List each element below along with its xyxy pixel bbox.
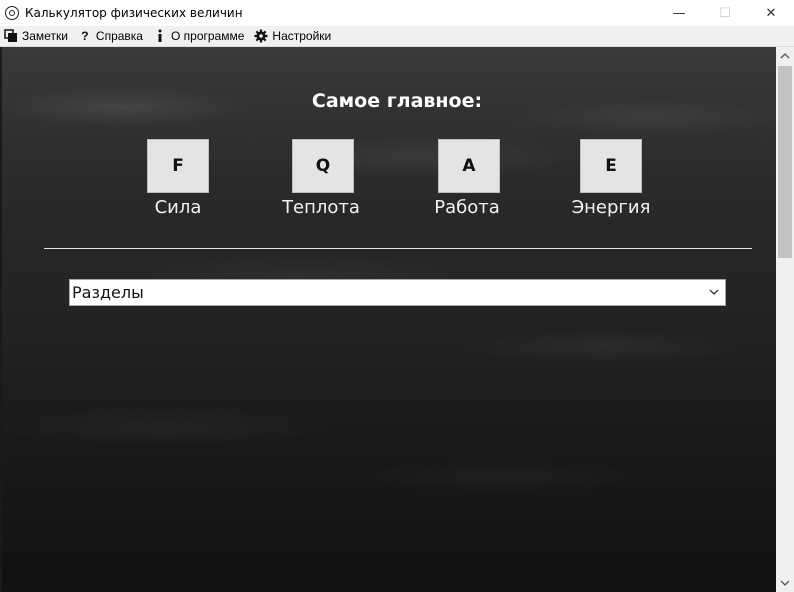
force-button[interactable]: F xyxy=(147,139,209,193)
main-panel: Самое главное: F Сила Q Теплота A Работа… xyxy=(2,47,776,592)
heat-label: Теплота xyxy=(282,197,360,218)
app-icon xyxy=(5,6,19,20)
notes-icon xyxy=(4,29,18,43)
window-title: Калькулятор физических величин xyxy=(25,6,243,20)
force-label: Сила xyxy=(154,197,202,218)
menu-item-notes[interactable]: Заметки xyxy=(0,26,74,46)
vertical-scrollbar[interactable] xyxy=(776,47,794,592)
gear-icon xyxy=(254,29,268,43)
window-controls: — ☐ ✕ xyxy=(656,0,794,26)
question-icon: ? xyxy=(81,29,89,43)
menu-item-label: О программе xyxy=(170,29,245,43)
sections-dropdown-value: Разделы xyxy=(72,283,144,302)
energy-label: Энергия xyxy=(571,197,651,218)
menu-item-label: Справка xyxy=(95,29,143,43)
sections-dropdown[interactable]: Разделы xyxy=(69,279,726,306)
menu-item-label: Настройки xyxy=(272,29,332,43)
scroll-down-arrow-icon[interactable] xyxy=(776,575,794,591)
work-button[interactable]: A xyxy=(438,139,500,193)
menu-bar: Заметки ? Справка О программе Настройки xyxy=(0,26,794,47)
section-title: Самое главное: xyxy=(311,90,483,112)
menu-item-about[interactable]: О программе xyxy=(149,26,250,46)
menu-item-label: Заметки xyxy=(22,29,68,43)
menu-item-help[interactable]: ? Справка xyxy=(74,26,149,46)
maximize-button[interactable]: ☐ xyxy=(702,0,748,26)
info-icon xyxy=(153,29,167,43)
menu-item-settings[interactable]: Настройки xyxy=(250,26,337,46)
scroll-thumb[interactable] xyxy=(778,66,792,258)
title-bar: Калькулятор физических величин — ☐ ✕ xyxy=(0,0,794,26)
divider xyxy=(44,248,752,249)
close-button[interactable]: ✕ xyxy=(748,0,794,26)
minimize-button[interactable]: — xyxy=(656,0,702,26)
scroll-up-arrow-icon[interactable] xyxy=(776,48,794,64)
heat-button[interactable]: Q xyxy=(292,139,354,193)
chevron-down-icon xyxy=(709,289,719,295)
work-label: Работа xyxy=(434,197,500,218)
energy-button[interactable]: E xyxy=(580,139,642,193)
